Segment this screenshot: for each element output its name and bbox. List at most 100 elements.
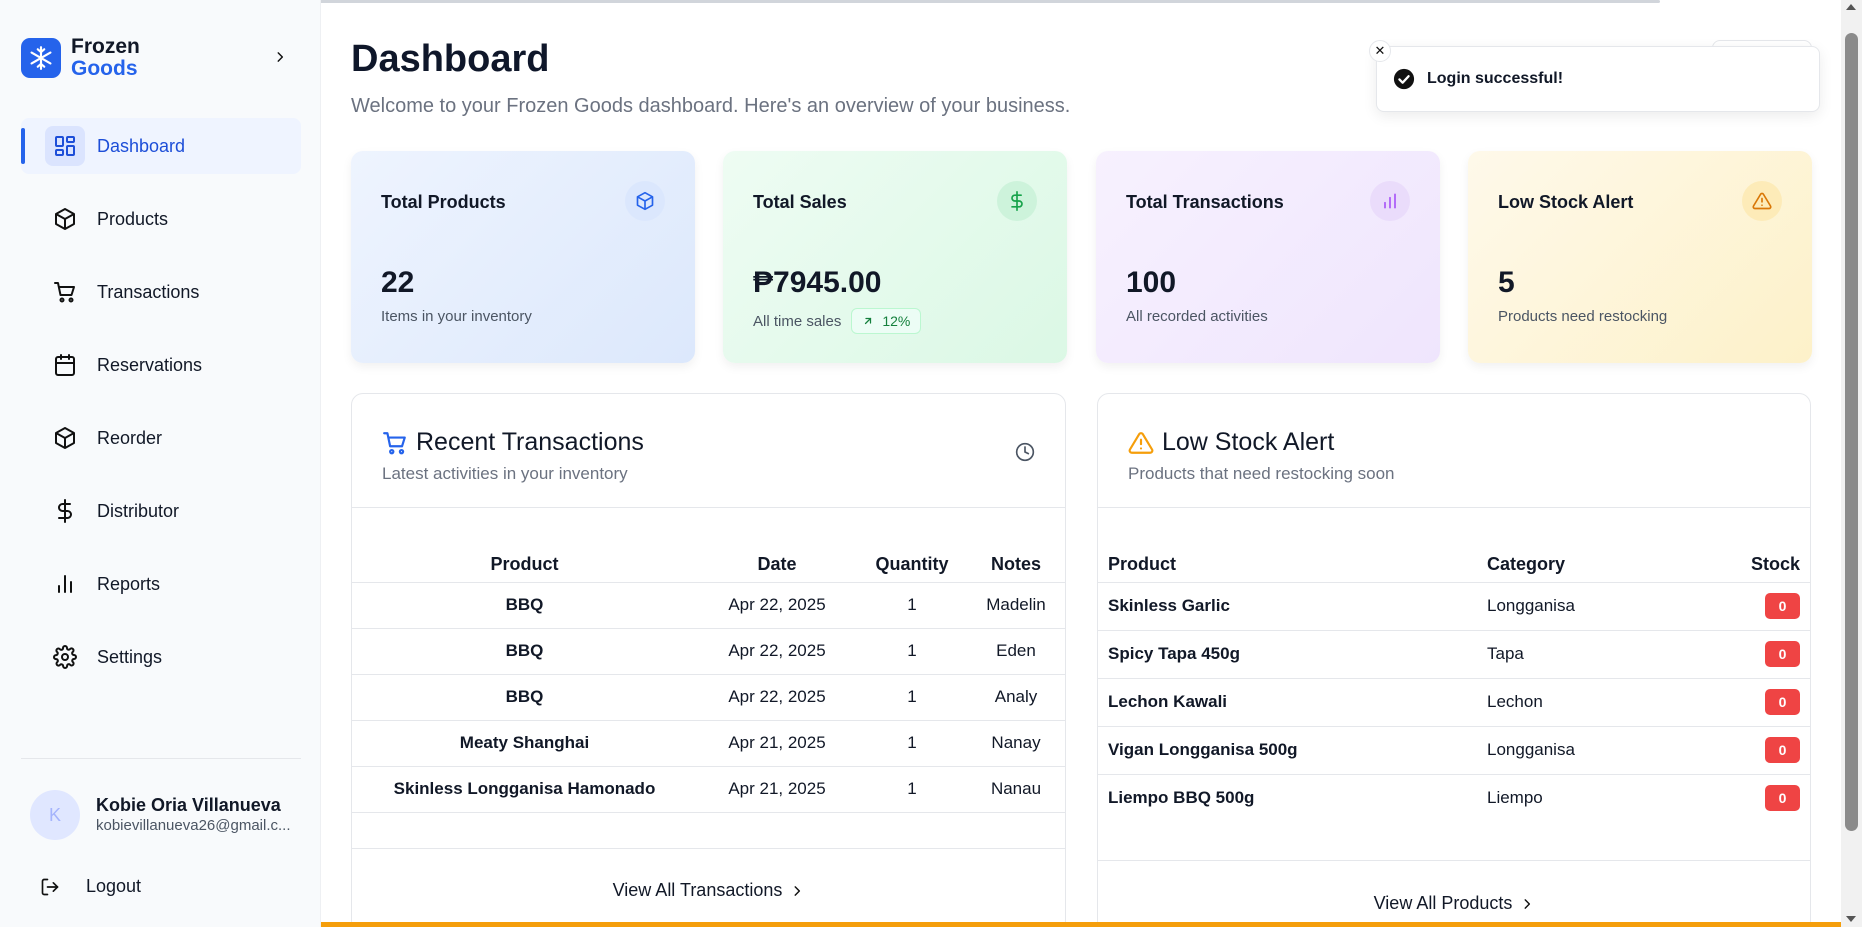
- cell-date: Apr 22, 2025: [697, 581, 857, 628]
- cell-date: Apr 22, 2025: [697, 673, 857, 720]
- recent-transactions-panel: Recent Transactions Latest activities in…: [351, 393, 1066, 927]
- stock-badge: 0: [1765, 785, 1800, 812]
- sidebar-item-label: Settings: [97, 646, 163, 667]
- column-header[interactable]: Category: [1487, 548, 1707, 582]
- user-email: kobievillanueva26@gmail.c...: [96, 817, 291, 834]
- scroll-thumb[interactable]: [1845, 33, 1858, 831]
- arrow-up-right-icon: [865, 317, 872, 325]
- toast-close-button[interactable]: ✕: [1369, 40, 1391, 62]
- cell-notes: Eden: [967, 627, 1065, 674]
- avatar: K: [30, 790, 80, 840]
- sidebar-item-label: Reorder: [97, 427, 163, 448]
- cell-category: Liempo: [1487, 773, 1707, 822]
- column-header[interactable]: Date: [697, 548, 857, 582]
- table-row[interactable]: Skinless Longganisa Hamonado Apr 21, 202…: [352, 765, 1065, 813]
- alert-triangle-icon: [1742, 181, 1782, 221]
- cell-product: BBQ: [352, 673, 697, 720]
- cell-quantity: 1: [857, 719, 967, 766]
- panel-subtitle: Products that need restocking soon: [1128, 464, 1395, 483]
- table-row[interactable]: Meaty Shanghai Apr 21, 2025 1 Nanay: [352, 719, 1065, 766]
- dollar-icon: [997, 181, 1037, 221]
- view-all-products-button[interactable]: View All Products: [1098, 893, 1810, 914]
- transactions-table: Product Date Quantity Notes BBQ Apr 22, …: [352, 548, 1065, 813]
- user-profile[interactable]: K Kobie Oria Villanueva kobievillanueva2…: [30, 790, 291, 840]
- cell-quantity: 1: [857, 627, 967, 674]
- column-header[interactable]: Product: [1098, 548, 1487, 582]
- table-row[interactable]: Spicy Tapa 450g Tapa 0: [1098, 629, 1810, 678]
- sidebar-item-products[interactable]: Products: [21, 191, 301, 247]
- cell-product: Vigan Longganisa 500g: [1098, 725, 1487, 774]
- sidebar-item-dashboard[interactable]: Dashboard: [21, 118, 301, 174]
- sidebar-item-reorder[interactable]: Reorder: [21, 410, 301, 466]
- history-button[interactable]: [1015, 442, 1035, 467]
- cell-product: Lechon Kawali: [1098, 677, 1487, 726]
- logout-button[interactable]: Logout: [40, 876, 141, 897]
- stock-badge: 0: [1765, 593, 1800, 619]
- column-header[interactable]: Quantity: [857, 548, 967, 582]
- brand-name-line1: Frozen: [71, 35, 140, 58]
- dashboard-icon: [45, 126, 85, 166]
- panel-subtitle: Latest activities in your inventory: [382, 464, 628, 483]
- cell-product: BBQ: [352, 581, 697, 628]
- cell-product: Skinless Longganisa Hamonado: [352, 765, 697, 813]
- column-header[interactable]: Product: [352, 548, 697, 582]
- cell-product: Liempo BBQ 500g: [1098, 773, 1487, 822]
- sidebar-item-reports[interactable]: Reports: [21, 556, 301, 612]
- table-row[interactable]: Vigan Longganisa 500g Longganisa 0: [1098, 725, 1810, 774]
- stat-title: Total Sales: [753, 192, 847, 212]
- cell-quantity: 1: [857, 765, 967, 813]
- sidebar-item-settings[interactable]: Settings: [21, 629, 301, 685]
- stat-value: 100: [1126, 266, 1177, 299]
- table-row[interactable]: BBQ Apr 22, 2025 1 Madelin: [352, 581, 1065, 628]
- cell-notes: Nanay: [967, 719, 1065, 766]
- cell-notes: Madelin: [967, 581, 1065, 628]
- cell-date: Apr 21, 2025: [697, 765, 857, 813]
- gear-icon: [45, 637, 85, 677]
- column-header[interactable]: Stock: [1707, 548, 1810, 582]
- table-row[interactable]: Liempo BBQ 500g Liempo 0: [1098, 773, 1810, 822]
- bottom-accent-bar: [321, 922, 1841, 927]
- sidebar-item-label: Products: [97, 208, 169, 229]
- sidebar-item-transactions[interactable]: Transactions: [21, 264, 301, 320]
- stat-description: All time sales: [753, 312, 842, 330]
- scroll-down-arrow-icon[interactable]: [1846, 916, 1856, 922]
- snowflake-icon: [21, 38, 61, 78]
- toast-message: Login successful!: [1427, 70, 1564, 87]
- scroll-up-arrow-icon[interactable]: [1846, 4, 1856, 10]
- brand[interactable]: Frozen Goods: [21, 36, 140, 80]
- view-all-label: View All Products: [1373, 893, 1513, 913]
- page-title: Dashboard: [351, 38, 550, 80]
- panel-title: Recent Transactions: [416, 428, 644, 456]
- cart-icon: [383, 431, 406, 454]
- user-name: Kobie Oria Villanueva: [96, 795, 281, 815]
- sidebar-item-reservations[interactable]: Reservations: [21, 337, 301, 393]
- cell-product: Skinless Garlic: [1098, 581, 1487, 630]
- sidebar-item-label: Transactions: [97, 281, 200, 302]
- chevron-right-icon: [277, 52, 284, 62]
- divider: [352, 848, 1065, 849]
- cell-product: Spicy Tapa 450g: [1098, 629, 1487, 678]
- chevron-right-icon: [794, 885, 801, 896]
- trend-badge: 12%: [851, 308, 922, 334]
- cell-notes: Analy: [967, 673, 1065, 720]
- scrollbar[interactable]: [1841, 0, 1862, 927]
- low-stock-panel: Low Stock Alert Products that need resto…: [1097, 393, 1811, 927]
- table-row[interactable]: Lechon Kawali Lechon 0: [1098, 677, 1810, 726]
- sidebar-item-label: Distributor: [97, 500, 180, 521]
- collapse-sidebar-button[interactable]: [270, 47, 290, 67]
- chevron-right-icon: [1524, 898, 1531, 909]
- table-row[interactable]: BBQ Apr 22, 2025 1 Analy: [352, 673, 1065, 720]
- cell-category: Longganisa: [1487, 725, 1707, 774]
- stat-description: All recorded activities: [1126, 308, 1268, 325]
- stat-description: Products need restocking: [1498, 308, 1668, 325]
- sidebar-item-label: Reservations: [97, 354, 203, 375]
- sidebar-item-distributor[interactable]: Distributor: [21, 483, 301, 539]
- table-row[interactable]: BBQ Apr 22, 2025 1 Eden: [352, 627, 1065, 674]
- table-row[interactable]: Skinless Garlic Longganisa 0: [1098, 581, 1810, 630]
- column-header[interactable]: Notes: [967, 548, 1065, 582]
- bar-chart-icon: [45, 564, 85, 604]
- stat-card-total-sales: Total Sales ₱7945.00 All time sales 12%: [723, 151, 1067, 363]
- stock-badge: 0: [1765, 689, 1800, 715]
- stat-title: Low Stock Alert: [1498, 192, 1634, 212]
- view-all-transactions-button[interactable]: View All Transactions: [352, 880, 1065, 901]
